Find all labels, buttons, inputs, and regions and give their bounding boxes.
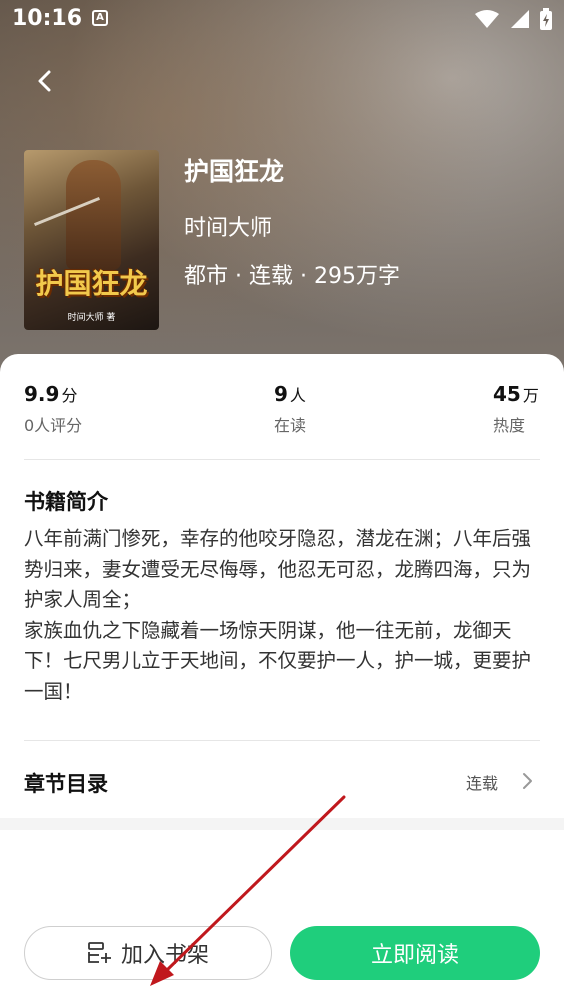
system-icons [474,8,552,30]
book-cover[interactable]: 护国狂龙 时间大师 著 [24,150,159,330]
read-now-label: 立即阅读 [370,943,459,968]
stat-popularity: 45 万 热度 [493,382,539,436]
intro-text: 八年前满门惨死，幸存的他咬牙隐忍，潜龙在渊；八年后强势归来，妻女遭受无尽侮辱，他… [24,524,544,707]
read-now-button[interactable]: 立即阅读 [290,926,540,980]
signal-icon [511,10,529,28]
intro-paragraph: 家族血仇之下隐藏着一场惊天阴谋，他一往无前，龙御天下！七尺男儿立于天地间，不仅要… [24,618,532,703]
back-arrow-icon[interactable] [30,66,60,96]
intro-paragraph: 八年前满门惨死，幸存的他咬牙隐忍，潜龙在渊；八年后强势归来，妻女遭受无尽侮辱，他… [24,527,532,611]
wifi-icon [475,10,499,28]
book-detail-card: 9.9 分 0人评分 9人 在读 45 万 热度 书籍简介 八年前满门惨死，幸存的他… [0,354,564,1004]
shelf-add-icon [88,942,111,963]
cover-figure [66,160,121,270]
book-meta: 都市 · 连载 · 295万字 [184,264,400,289]
divider [24,459,540,460]
toc-status: 连载 [465,774,498,793]
notification-icon: A [92,10,108,26]
stat-rating-value: 9.9 [24,382,60,406]
stat-popularity-unit: 万 [522,386,539,405]
stat-rating-label: 0人评分 [24,416,83,435]
status-time: 10:16 [12,6,83,31]
stat-rating-unit: 分 [61,386,78,405]
stat-readers-unit: 人 [289,386,306,405]
stat-rating: 9.9 分 0人评分 [24,382,82,436]
toc-heading: 章节目录 [24,772,108,796]
divider [24,740,540,741]
stat-readers-label: 在读 [274,416,307,435]
chapter-list-row[interactable]: 章节目录 连载 [0,742,564,824]
book-title: 护国狂龙 [184,157,285,186]
stat-popularity-value: 45 [493,382,521,406]
status-bar: 10:16 A [0,0,564,40]
cover-title: 护国狂龙 [35,267,148,300]
cover-author: 时间大师 著 [67,313,116,323]
battery-icon [540,8,552,30]
section-separator [0,818,564,830]
stat-readers: 9人 在读 [274,382,306,436]
stat-readers-value: 9 [274,382,288,406]
stat-popularity-label: 热度 [493,416,526,435]
chevron-right-icon [523,773,532,789]
intro-heading: 书籍简介 [24,490,108,514]
add-to-shelf-label: 加入书架 [120,943,209,968]
add-to-shelf-button[interactable]: 加入书架 [24,926,272,980]
book-author[interactable]: 时间大师 [184,210,272,242]
